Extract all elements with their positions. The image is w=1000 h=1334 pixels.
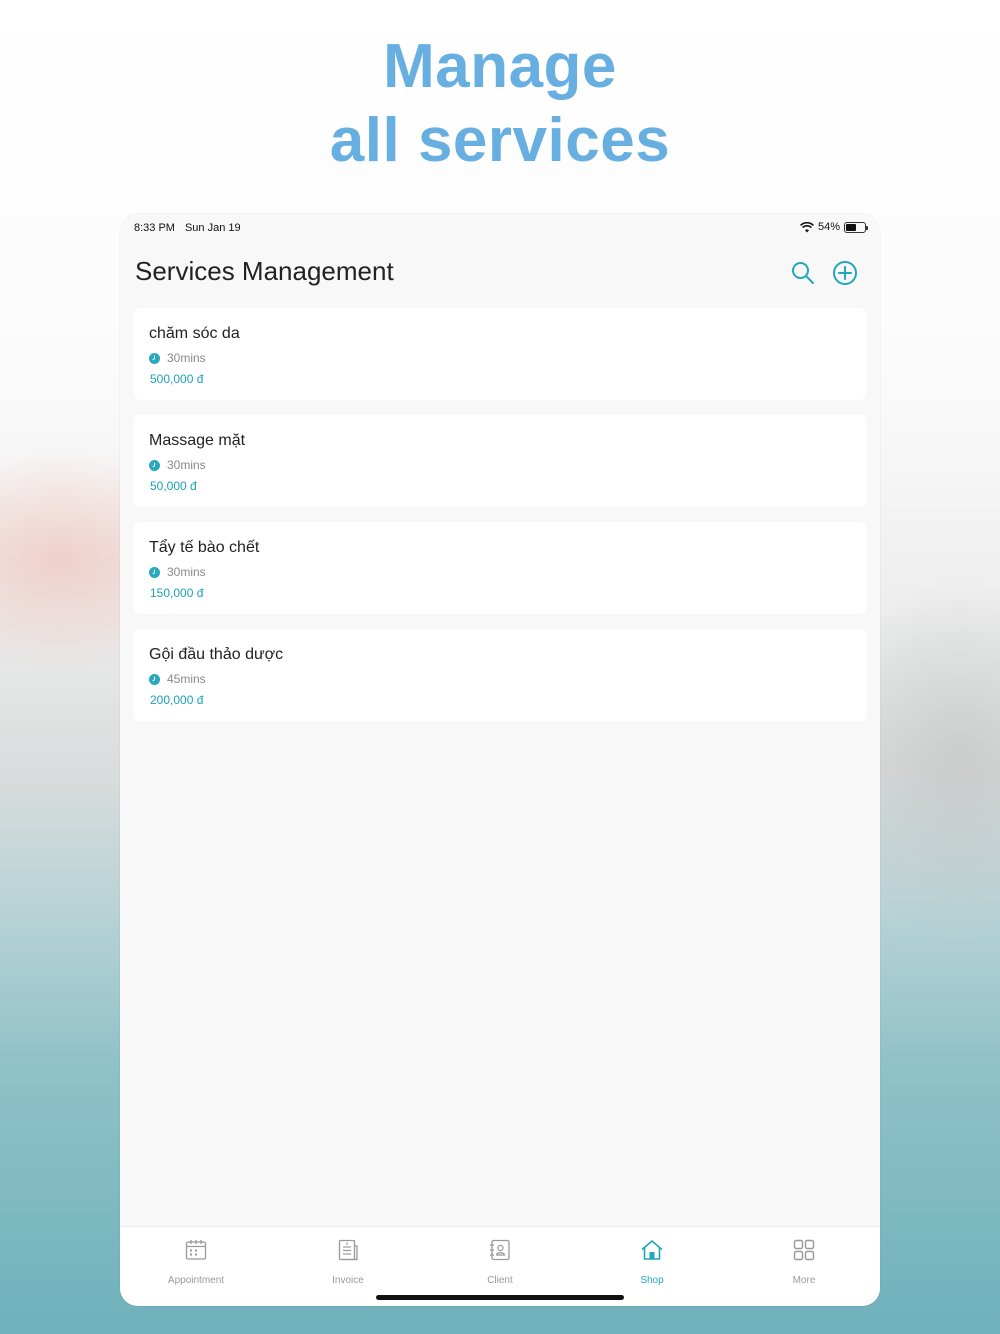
tab-appointment[interactable]: Appointment [120, 1227, 272, 1306]
wifi-icon [800, 221, 814, 232]
service-price: 500,000 đ [150, 372, 204, 386]
battery-icon [844, 221, 868, 233]
service-duration: 30mins [167, 565, 206, 579]
status-bar: 8:33 PM Sun Jan 19 54% [120, 214, 880, 242]
service-card[interactable]: Tẩy tế bào chết 30mins 150,000 đ [134, 522, 866, 614]
service-card[interactable]: chăm sóc da 30mins 500,000 đ [134, 308, 866, 400]
tab-label: Shop [640, 1275, 664, 1286]
status-time: 8:33 PM [134, 222, 175, 234]
service-duration: 45mins [167, 672, 206, 686]
service-card[interactable]: Gội đầu thảo dược 45mins 200,000 đ [134, 629, 866, 721]
service-price: 50,000 đ [150, 479, 197, 493]
battery-level [846, 223, 856, 231]
service-price: 200,000 đ [150, 693, 204, 707]
home-indicator [376, 1295, 624, 1300]
status-date: Sun Jan 19 [184, 222, 241, 234]
calendar-icon [185, 1240, 207, 1260]
battery-percent: 54% [817, 221, 840, 233]
tab-label: Client [487, 1275, 513, 1286]
add-circle-icon[interactable] [832, 260, 858, 286]
service-duration: 30mins [167, 458, 206, 472]
tab-label: Invoice [332, 1275, 364, 1286]
page-title: Services Management [135, 256, 394, 286]
tab-label: Appointment [167, 1275, 225, 1286]
contacts-icon [490, 1239, 510, 1261]
invoice-icon [338, 1239, 358, 1261]
service-price: 150,000 đ [150, 586, 204, 600]
service-name: Gội đầu thảo dược [149, 646, 284, 663]
headline-line-2: all services [329, 106, 671, 175]
services-list: chăm sóc da 30mins 500,000 đ Massage mặt… [134, 308, 866, 736]
clock-icon [149, 459, 160, 471]
service-card[interactable]: Massage mặt 30mins 50,000 đ [134, 415, 866, 507]
clock-icon [149, 566, 160, 578]
service-name: chăm sóc da [149, 325, 240, 342]
clock-icon [149, 673, 160, 685]
promo-headline: Manage all services [0, 30, 1000, 178]
tab-bar: Appointment Invoice Client Shop More [120, 1226, 880, 1306]
home-icon [641, 1240, 663, 1260]
search-icon[interactable] [790, 260, 816, 286]
clock-icon [149, 352, 160, 364]
service-duration: 30mins [167, 351, 206, 365]
tab-label: More [792, 1275, 816, 1286]
tablet-screen: 8:33 PM Sun Jan 19 54% Services Managemen… [120, 214, 880, 1306]
tab-more[interactable]: More [728, 1227, 880, 1306]
headline-line-1: Manage [383, 32, 617, 101]
grid-icon [793, 1239, 815, 1261]
service-name: Tẩy tế bào chết [149, 539, 260, 556]
service-name: Massage mặt [149, 432, 246, 449]
